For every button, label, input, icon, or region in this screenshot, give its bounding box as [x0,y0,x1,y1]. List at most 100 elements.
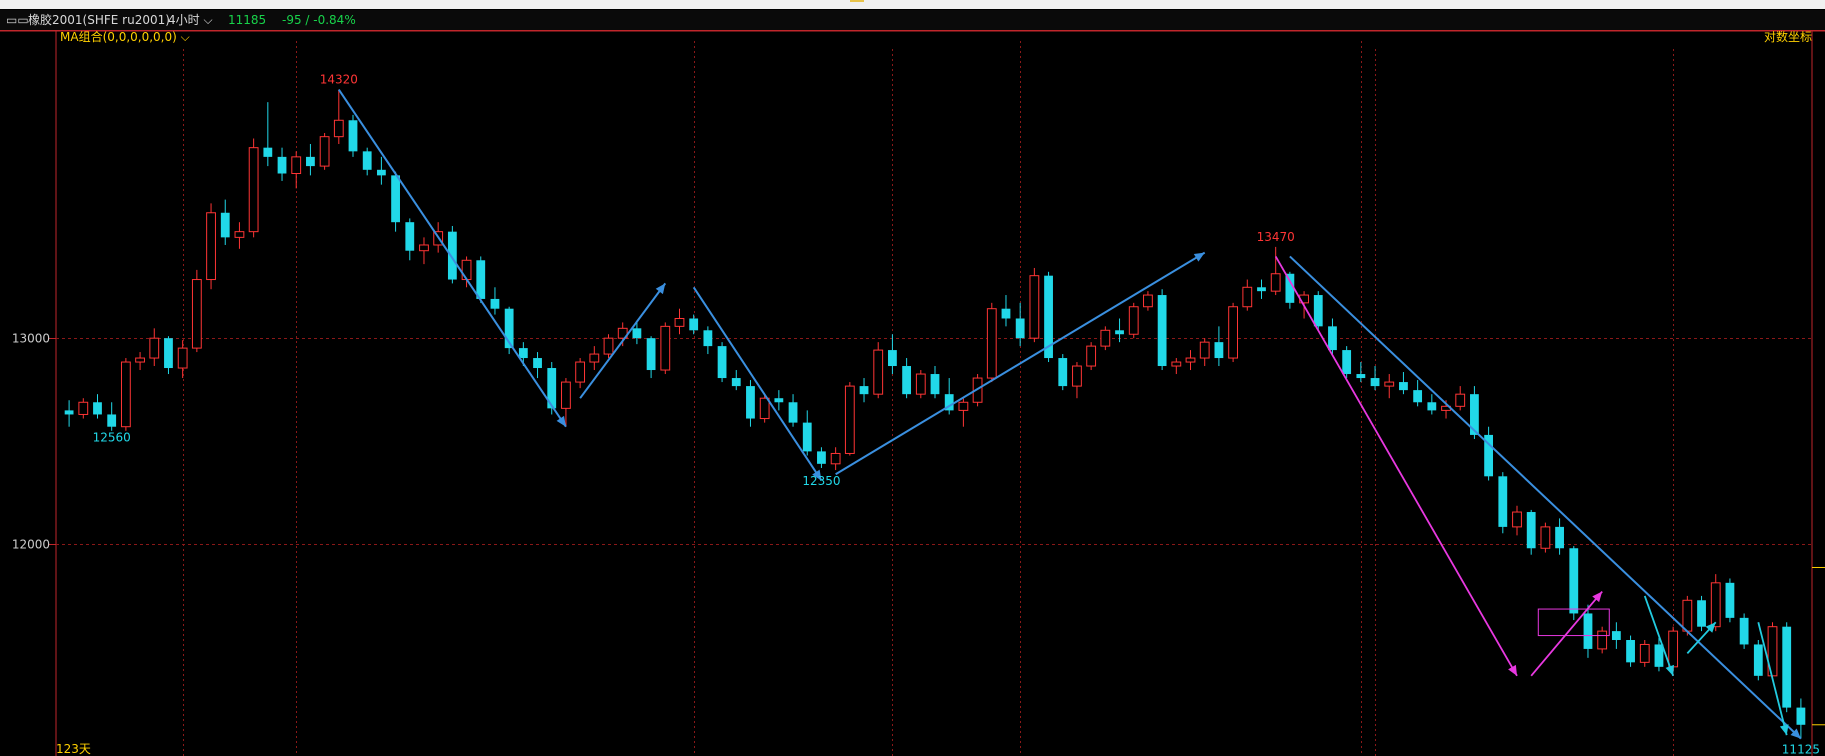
candle-body-up [333,119,344,138]
candle [248,138,259,238]
candle-body-up [830,452,841,465]
candle-body-down [93,402,102,415]
candle-body-down [476,260,486,299]
candle-body-up [1682,599,1693,632]
candle-body-down [731,378,741,387]
candle-body-up [461,259,472,281]
candle-body-down [405,222,415,251]
candle-body-up [248,147,259,233]
candle-body-down [1526,512,1536,549]
price-chart[interactable]: 14320 12560 12350 13470 11125 13000 12000 MA组… [0,31,1825,756]
candle [1540,522,1551,553]
candle [1725,578,1735,623]
window-restore-icon[interactable]: ▭▭ [6,10,29,30]
candle-body-down [717,346,727,379]
candle-body-down [1583,613,1593,649]
candle-body-down [107,414,117,427]
candle-body-down [376,169,386,176]
candle-body-down [689,318,699,331]
candle-body-down [263,147,273,157]
y-tick-label: 12000 [12,538,50,552]
candle-body-down [1328,326,1337,351]
period-selector[interactable]: 4小时 ⌵ [168,10,213,30]
candle-body-down [533,358,542,369]
price-change: -95 / -0.84% [282,13,356,27]
candle-body-up [234,231,245,238]
last-price: 11185 [228,13,267,27]
candle-body-down [1626,640,1635,663]
candle-body-up [915,373,926,395]
candle-body-down [1555,526,1564,549]
candle [191,269,202,353]
candle-body-up [1242,286,1253,308]
candle-body-down [1796,707,1806,725]
candle-body-up [575,361,586,383]
ma-indicator-label[interactable]: MA组合(0,0,0,0,0,0) ⌵ [60,31,190,44]
candle-body-up [674,317,685,327]
candle-body-up [1143,294,1153,308]
candle-body-down [277,156,287,174]
candle-body-down [1569,548,1579,614]
candle [1753,640,1763,681]
candle-body-down [1399,382,1408,391]
candle-body-down [1697,600,1706,627]
candle-body-up [1540,526,1551,549]
low-price-label: 12560 [93,431,131,445]
candle [915,370,926,399]
candle-body-down [1782,626,1792,708]
candle-body-down [391,175,400,223]
candle [1597,626,1608,654]
candle-body-down [220,212,230,238]
log-scale-toggle[interactable]: 对数坐标 [1764,31,1812,44]
candle-body-down [1115,330,1124,335]
low-price-label: 11125 [1782,743,1820,756]
candle-body-up [135,357,145,363]
candle-body-up [1512,511,1522,528]
candle-body-up [1668,630,1679,668]
candle-body-up [319,136,330,167]
candle-body-down [1739,617,1749,645]
top-strip [0,0,1825,9]
candle [120,358,131,431]
candle-body-down [930,374,940,395]
candle-body-up [873,349,884,395]
candle-body-down [1370,378,1380,387]
candle-body-up [177,347,188,369]
ma-indicator-text: MA组合(0,0,0,0,0,0) [60,31,177,44]
candle-body-down [788,402,798,423]
candle-body-down [888,350,897,367]
chevron-down-icon: ⌵ [199,13,213,27]
candle [1128,302,1139,339]
candle [1526,509,1536,555]
candle-body-down [802,422,812,452]
candle-body-up [1710,582,1721,628]
high-price-label: 14320 [320,73,358,87]
candle [1739,613,1749,649]
candle [1639,640,1650,667]
candle-body-up [1228,306,1238,359]
candle-body-up [1185,357,1196,363]
candle-body-up [1639,643,1650,663]
candle [844,382,855,456]
candle-body-down [1257,287,1266,292]
low-price-label: 12350 [802,474,840,488]
candle-body-down [164,338,173,369]
candle-body-up [759,397,770,420]
candle [1029,267,1040,343]
candle-body-up [206,212,216,281]
candle-body-up [1455,393,1466,407]
candle-body-down [64,410,74,415]
candle-body-up [78,401,89,415]
candle-body-down [447,231,457,280]
candle-body-down [632,328,642,339]
candle-body-up [120,361,131,428]
candle [1782,622,1792,713]
candle [1100,326,1111,351]
candle-body-down [774,398,784,403]
candle-body-down [1413,390,1423,403]
candle-body-up [1128,306,1139,335]
candle-body-up [986,308,997,379]
candle-body-up [291,156,302,175]
candle-body-up [561,381,571,409]
candle-body-up [1597,630,1608,650]
